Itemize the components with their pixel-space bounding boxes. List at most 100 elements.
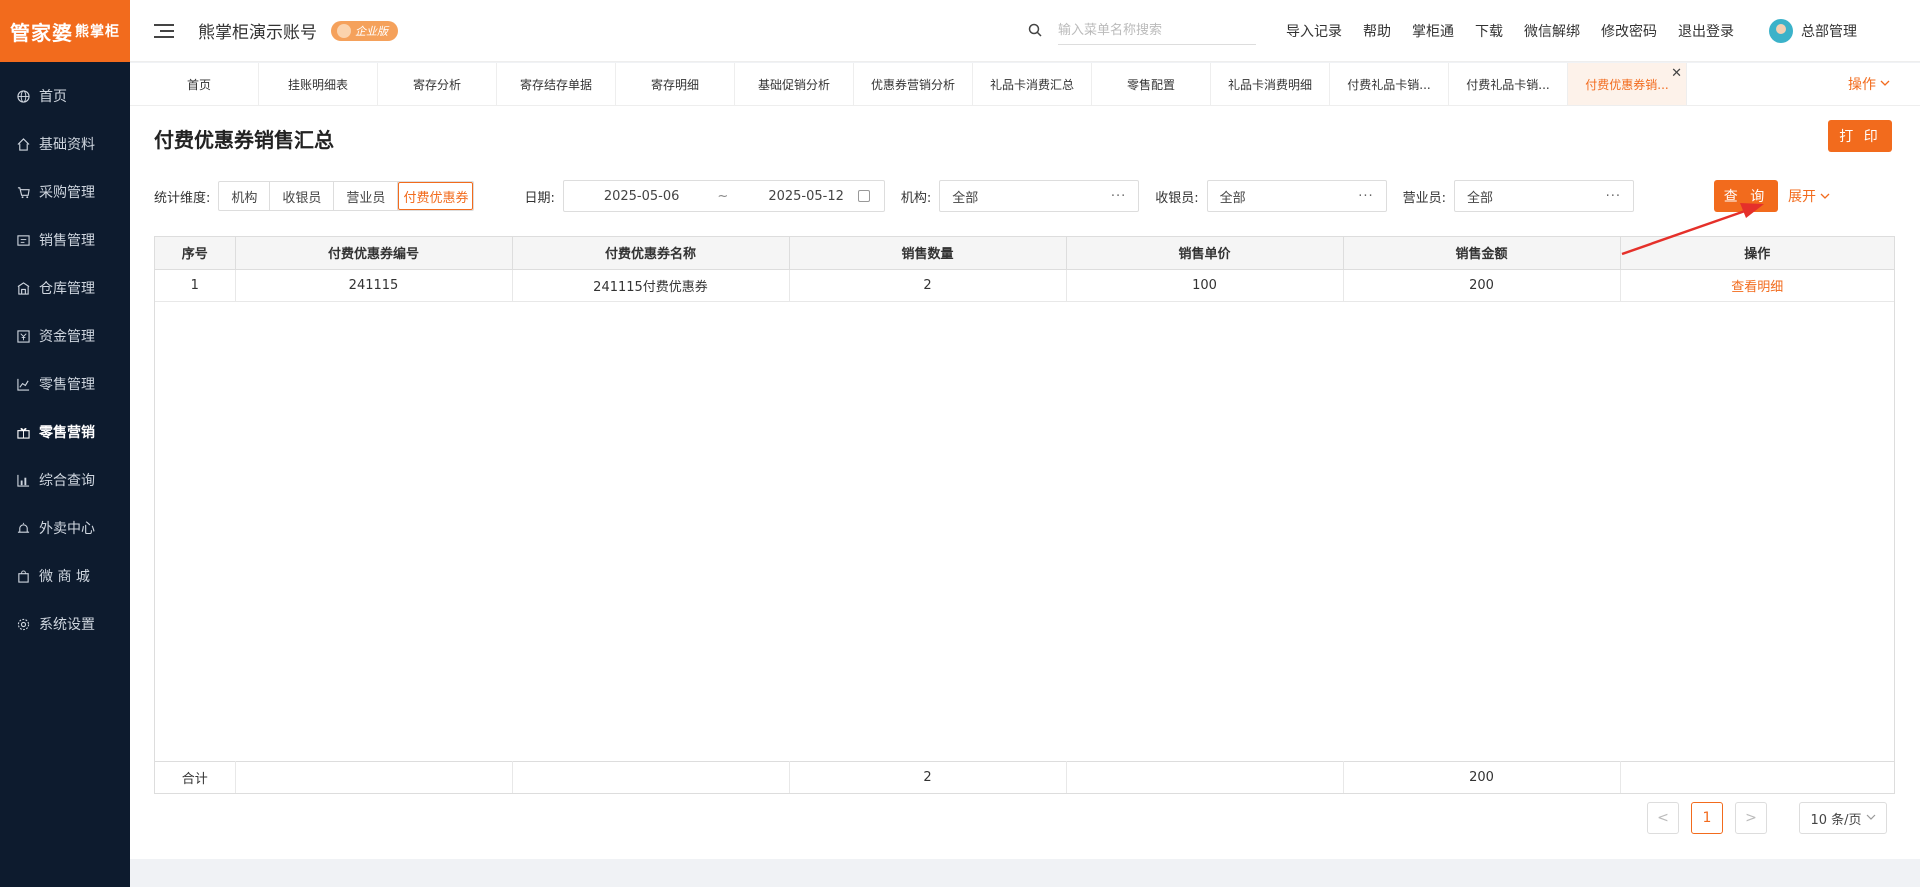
tab-coupon-analysis[interactable]: 优惠券营销分析 bbox=[854, 63, 973, 105]
change-password-link[interactable]: 修改密码 bbox=[1601, 21, 1657, 41]
zhanggui-link[interactable]: 掌柜通 bbox=[1412, 21, 1454, 41]
tab-deposit-detail[interactable]: 寄存明细 bbox=[616, 63, 735, 105]
sidebar-item-warehouse[interactable]: 仓库管理 bbox=[0, 264, 130, 312]
tab-credit-detail[interactable]: 挂账明细表 bbox=[259, 63, 378, 105]
cashier-select[interactable]: 全部 ··· bbox=[1206, 180, 1387, 212]
account-name: 熊掌柜演示账号 bbox=[198, 23, 317, 43]
table-header-row: 序号 付费优惠券编号 付费优惠券名称 销售数量 销售单价 销售金额 操作 bbox=[155, 237, 1894, 270]
page-button-current[interactable]: 1 bbox=[1691, 802, 1723, 834]
org-select[interactable]: 全部 ··· bbox=[939, 180, 1140, 212]
sidebar-item-takeout[interactable]: 外卖中心 bbox=[0, 504, 130, 552]
sidebar-item-label: 零售管理 bbox=[39, 377, 95, 393]
query-button[interactable]: 查 询 bbox=[1714, 180, 1779, 212]
sidebar-item-home[interactable]: 首页 bbox=[0, 72, 130, 120]
alarm-icon bbox=[16, 521, 30, 535]
expand-toggle[interactable]: 展开 bbox=[1788, 186, 1830, 206]
tab-deposit-analysis[interactable]: 寄存分析 bbox=[378, 63, 497, 105]
chevron-down-icon bbox=[1820, 189, 1830, 205]
logo-main: 管家婆 bbox=[10, 20, 73, 45]
cell-quantity: 2 bbox=[789, 269, 1067, 302]
close-icon[interactable]: ✕ bbox=[1671, 66, 1682, 81]
prev-page-button[interactable]: < bbox=[1647, 802, 1679, 834]
tab-operations-dropdown[interactable]: 操作 bbox=[1848, 63, 1890, 105]
sidebar-item-retail[interactable]: 零售管理 bbox=[0, 360, 130, 408]
sidebar-item-label: 综合查询 bbox=[39, 473, 95, 489]
tab-paid-coupon-sales[interactable]: 付费优惠券销... ✕ bbox=[1568, 63, 1687, 105]
clerk-select[interactable]: 全部 ··· bbox=[1454, 180, 1635, 212]
dimension-segmented: 机构 收银员 营业员 付费优惠券 bbox=[218, 181, 475, 211]
col-header-coupon-code[interactable]: 付费优惠券编号 bbox=[235, 237, 513, 270]
menu-search bbox=[1028, 16, 1256, 45]
wechat-unbind-link[interactable]: 微信解绑 bbox=[1524, 21, 1580, 41]
total-cell bbox=[512, 760, 790, 793]
sidebar-menu: 首页 基础资料 采购管理 销售管理 仓库管理 资金管理 零售管理 零售营销 综合… bbox=[0, 72, 130, 648]
tab-paid-giftcard-1[interactable]: 付费礼品卡销... bbox=[1330, 63, 1449, 105]
tab-label: 付费优惠券销... bbox=[1585, 77, 1669, 92]
clerk-value: 全部 bbox=[1467, 190, 1494, 206]
sidebar: 管家婆 熊掌柜 首页 基础资料 采购管理 销售管理 仓库管理 资金管理 零售管理… bbox=[0, 0, 130, 887]
sidebar-item-label: 基础资料 bbox=[39, 137, 95, 153]
next-page-button[interactable]: > bbox=[1735, 802, 1767, 834]
dimension-label: 统计维度: bbox=[154, 190, 211, 206]
tab-home[interactable]: 首页 bbox=[140, 63, 259, 105]
sidebar-item-basic-data[interactable]: 基础资料 bbox=[0, 120, 130, 168]
dimension-clerk[interactable]: 营业员 bbox=[334, 182, 399, 210]
col-header-amount[interactable]: 销售金额 bbox=[1343, 237, 1621, 270]
tab-retail-config[interactable]: 零售配置 bbox=[1092, 63, 1211, 105]
chevron-down-icon bbox=[1880, 76, 1890, 92]
page-size-select[interactable]: 10 条/页 bbox=[1799, 802, 1887, 834]
date-range-picker[interactable]: 2025-05-06 ~ 2025-05-12 bbox=[562, 180, 885, 212]
logout-link[interactable]: 退出登录 bbox=[1678, 21, 1734, 41]
total-cell bbox=[1620, 760, 1894, 793]
total-cell bbox=[235, 760, 513, 793]
tab-bar: 首页 挂账明细表 寄存分析 寄存结存单据 寄存明细 基础促销分析 优惠券营销分析… bbox=[130, 63, 1920, 106]
bag-icon bbox=[16, 569, 30, 583]
tab-giftcard-summary[interactable]: 礼品卡消费汇总 bbox=[973, 63, 1092, 105]
org-value: 全部 bbox=[952, 190, 979, 206]
tab-giftcard-detail[interactable]: 礼品卡消费明细 bbox=[1211, 63, 1330, 105]
cart-icon bbox=[16, 185, 30, 199]
menu-search-input[interactable] bbox=[1058, 16, 1256, 45]
table-row[interactable]: 1 241115 241115付费优惠券 2 100 200 查看明细 bbox=[155, 269, 1894, 302]
tab-paid-giftcard-2[interactable]: 付费礼品卡销... bbox=[1449, 63, 1568, 105]
brand-logo[interactable]: 管家婆 熊掌柜 bbox=[0, 0, 130, 62]
dimension-org[interactable]: 机构 bbox=[219, 182, 271, 210]
download-link[interactable]: 下载 bbox=[1475, 21, 1503, 41]
help-link[interactable]: 帮助 bbox=[1363, 21, 1391, 41]
print-button[interactable]: 打 印 bbox=[1828, 120, 1892, 152]
col-header-quantity[interactable]: 销售数量 bbox=[789, 237, 1067, 270]
user-menu[interactable]: 总部管理 bbox=[1769, 18, 1857, 43]
sidebar-item-label: 外卖中心 bbox=[39, 521, 95, 537]
sidebar-item-query[interactable]: 综合查询 bbox=[0, 456, 130, 504]
menu-toggle-icon[interactable] bbox=[154, 23, 174, 38]
col-header-index[interactable]: 序号 bbox=[155, 237, 236, 270]
col-header-coupon-name[interactable]: 付费优惠券名称 bbox=[512, 237, 790, 270]
sidebar-item-sales[interactable]: 销售管理 bbox=[0, 216, 130, 264]
view-detail-link[interactable]: 查看明细 bbox=[1731, 280, 1783, 295]
tab-promo-analysis[interactable]: 基础促销分析 bbox=[735, 63, 854, 105]
sidebar-item-label: 系统设置 bbox=[39, 617, 95, 633]
sidebar-item-mall[interactable]: 微 商 城 bbox=[0, 552, 130, 600]
clerk-label: 营业员: bbox=[1402, 190, 1447, 206]
date-separator: ~ bbox=[717, 188, 729, 204]
cell-action: 查看明细 bbox=[1620, 269, 1894, 302]
org-label: 机构: bbox=[900, 190, 932, 206]
tab-deposit-balance[interactable]: 寄存结存单据 bbox=[497, 63, 616, 105]
sidebar-item-retail-marketing[interactable]: 零售营销 bbox=[0, 408, 130, 456]
dimension-cashier[interactable]: 收银员 bbox=[270, 182, 335, 210]
sidebar-item-label: 零售营销 bbox=[39, 425, 95, 441]
total-cell bbox=[1066, 760, 1344, 793]
sidebar-item-label: 资金管理 bbox=[39, 329, 95, 345]
col-header-unit-price[interactable]: 销售单价 bbox=[1066, 237, 1344, 270]
sidebar-item-label: 首页 bbox=[39, 89, 67, 105]
import-records-link[interactable]: 导入记录 bbox=[1286, 21, 1342, 41]
warehouse-icon bbox=[16, 281, 30, 295]
dimension-paid-coupon[interactable]: 付费优惠券 bbox=[398, 182, 474, 210]
sidebar-item-settings[interactable]: 系统设置 bbox=[0, 600, 130, 648]
sidebar-item-purchase[interactable]: 采购管理 bbox=[0, 168, 130, 216]
search-icon[interactable] bbox=[1028, 23, 1044, 39]
filter-bar: 统计维度: 机构 收银员 营业员 付费优惠券 日期: 2025-05-06 ~ … bbox=[154, 180, 1894, 212]
chevron-down-icon bbox=[1866, 811, 1876, 826]
sidebar-item-funds[interactable]: 资金管理 bbox=[0, 312, 130, 360]
col-header-action: 操作 bbox=[1620, 237, 1894, 270]
